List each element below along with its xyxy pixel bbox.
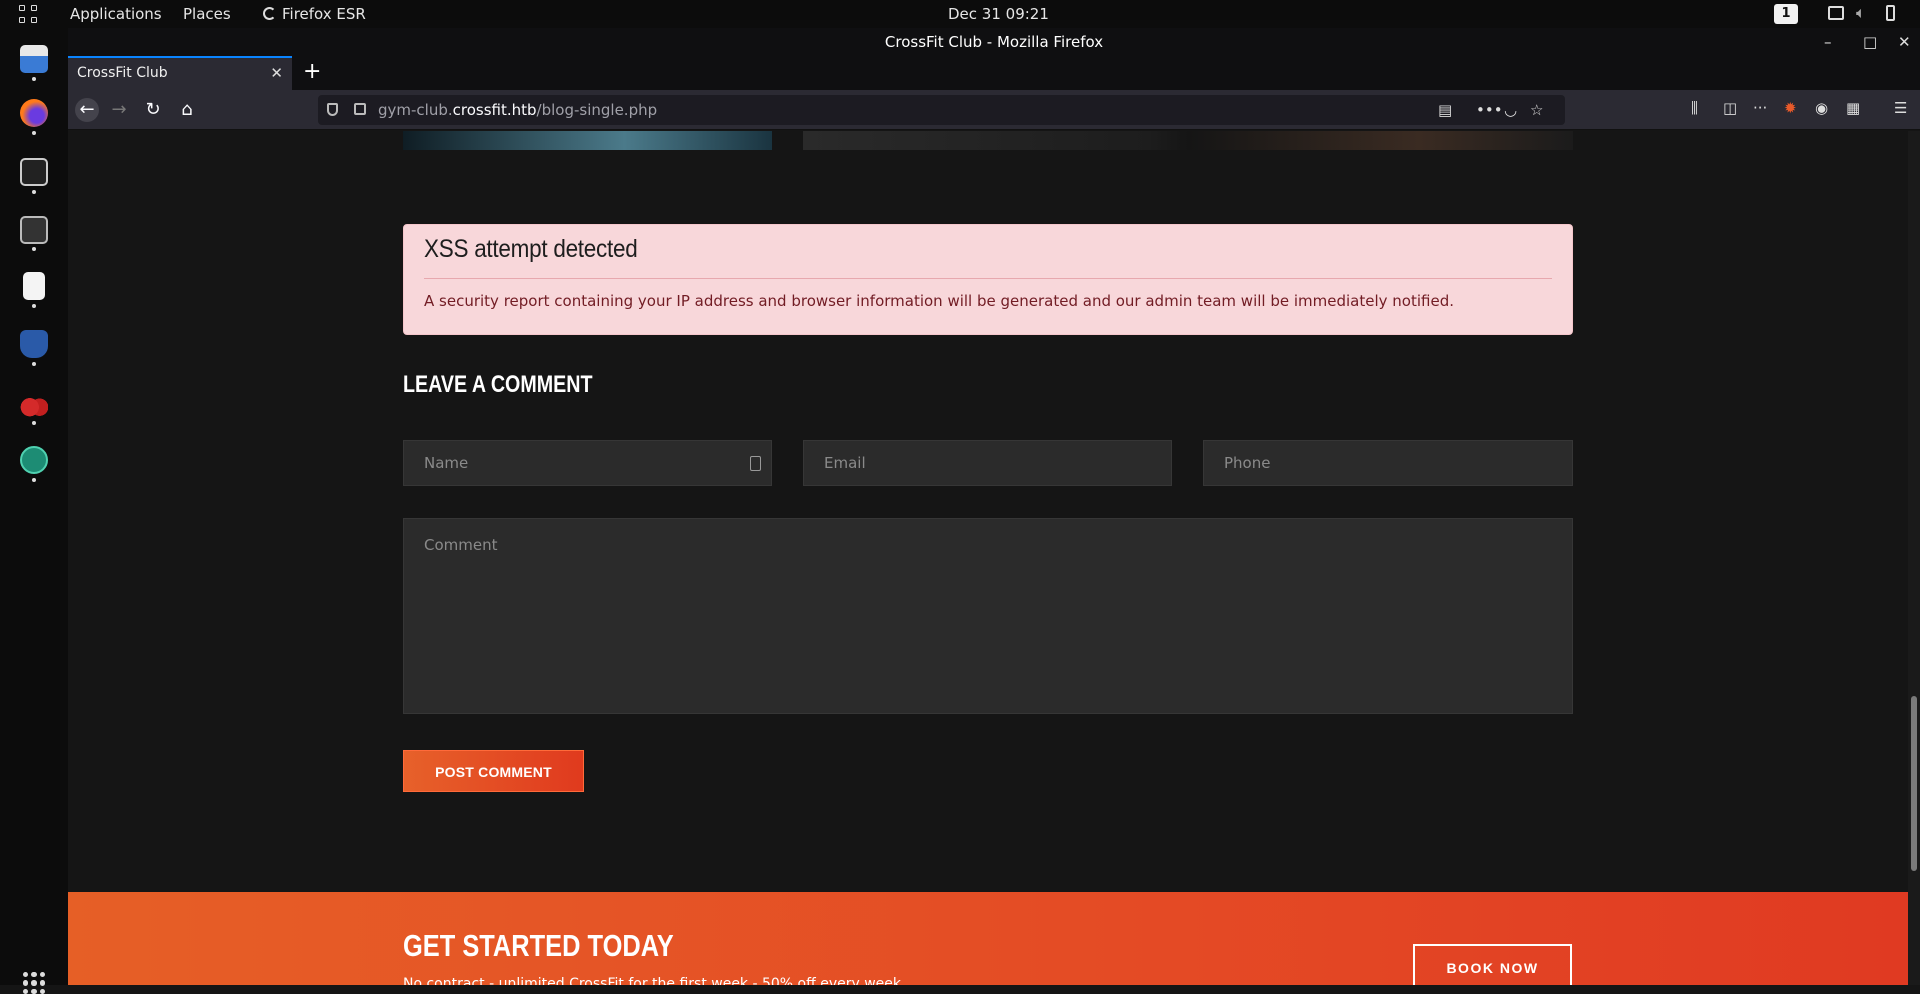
alert-divider bbox=[424, 278, 1552, 279]
tab-strip: CrossFit Club ✕ + bbox=[68, 56, 1920, 90]
forward-arrow-icon[interactable]: → bbox=[107, 98, 131, 122]
address-bar[interactable]: gym-club.crossfit.htb/blog-single.php ▤ … bbox=[318, 95, 1565, 125]
contact-card-icon[interactable] bbox=[750, 456, 761, 471]
email-field[interactable]: Email bbox=[803, 440, 1172, 486]
workspace-indicator[interactable]: 1 bbox=[1774, 4, 1798, 24]
running-indicator bbox=[32, 362, 36, 366]
home-icon[interactable]: ⌂ bbox=[175, 98, 199, 122]
running-indicator bbox=[32, 304, 36, 308]
close-window-icon[interactable]: ✕ bbox=[1898, 28, 1911, 56]
insecure-lock-icon[interactable] bbox=[354, 103, 366, 115]
running-indicator bbox=[32, 421, 36, 425]
files-icon[interactable] bbox=[20, 45, 48, 73]
firefox-icon bbox=[263, 7, 276, 20]
extension-qr-icon[interactable]: ▦ bbox=[1846, 99, 1860, 117]
book-now-button[interactable]: BOOK NOW bbox=[1413, 944, 1572, 985]
running-indicator bbox=[32, 247, 36, 251]
url-host-prefix: gym-club. bbox=[378, 101, 453, 119]
navigation-toolbar: ← → ↻ ⌂ gym-club.crossfit.htb/blog-singl… bbox=[68, 90, 1920, 130]
url-text[interactable]: gym-club.crossfit.htb/blog-single.php bbox=[378, 101, 657, 119]
running-indicator bbox=[32, 478, 36, 482]
tracking-shield-icon[interactable] bbox=[327, 103, 338, 116]
name-placeholder: Name bbox=[424, 454, 469, 472]
phone-field[interactable]: Phone bbox=[1203, 440, 1573, 486]
get-started-banner: GET STARTED TODAY No contract - unlimite… bbox=[68, 892, 1908, 985]
tab-crossfit-club[interactable]: CrossFit Club ✕ bbox=[68, 56, 292, 90]
atom-icon[interactable] bbox=[20, 446, 48, 474]
email-placeholder: Email bbox=[824, 454, 866, 472]
firefox-app-menu[interactable]: Firefox ESR bbox=[263, 5, 366, 23]
battery-icon[interactable] bbox=[1886, 5, 1895, 21]
alert-title: XSS attempt detected bbox=[424, 235, 638, 263]
post-comment-button[interactable]: POST COMMENT bbox=[403, 750, 584, 792]
bookmark-star-icon[interactable]: ☆ bbox=[1530, 101, 1543, 119]
close-tab-icon[interactable]: ✕ bbox=[270, 58, 283, 88]
minimize-icon[interactable]: – bbox=[1824, 28, 1832, 56]
reload-icon[interactable]: ↻ bbox=[141, 98, 165, 122]
show-applications-icon[interactable] bbox=[23, 972, 45, 994]
blog-image-1 bbox=[403, 131, 772, 150]
new-tab-plus-icon[interactable]: + bbox=[303, 59, 321, 84]
comment-section-title: LEAVE A COMMENT bbox=[403, 371, 593, 398]
activities-grid-icon[interactable] bbox=[19, 5, 37, 23]
system-top-bar: Applications Places Firefox ESR Dec 31 0… bbox=[0, 0, 1920, 28]
reader-view-icon[interactable]: ▤ bbox=[1438, 101, 1452, 119]
overflow-icon[interactable]: ··· bbox=[1753, 99, 1767, 117]
xss-alert: XSS attempt detected A security report c… bbox=[403, 224, 1573, 335]
phone-placeholder: Phone bbox=[1224, 454, 1271, 472]
firefox-icon[interactable] bbox=[20, 99, 48, 127]
cta-subtitle: No contract - unlimited CrossFit for the… bbox=[403, 976, 902, 985]
pocket-icon[interactable]: ◡ bbox=[1504, 101, 1517, 119]
cta-title: GET STARTED TODAY bbox=[403, 928, 674, 963]
volume-icon[interactable]: 🔈︎ bbox=[1856, 3, 1866, 23]
places-menu[interactable]: Places bbox=[183, 5, 231, 23]
running-indicator bbox=[32, 77, 36, 81]
maximize-icon[interactable]: □ bbox=[1863, 28, 1877, 56]
blog-image-2 bbox=[803, 131, 1573, 150]
library-icon[interactable]: ⫼ bbox=[1691, 99, 1698, 117]
running-indicator bbox=[32, 190, 36, 194]
tab-title: CrossFit Club bbox=[77, 65, 168, 81]
terminal-icon[interactable] bbox=[20, 158, 48, 186]
applications-menu[interactable]: Applications bbox=[70, 5, 162, 23]
page-scrollbar[interactable] bbox=[1908, 131, 1920, 985]
url-host-domain: crossfit.htb bbox=[452, 101, 537, 119]
comment-textarea[interactable]: Comment bbox=[403, 518, 1573, 714]
running-indicator bbox=[32, 131, 36, 135]
text-editor-icon[interactable] bbox=[23, 272, 45, 300]
scrollbar-thumb[interactable] bbox=[1911, 696, 1917, 871]
url-path: /blog-single.php bbox=[536, 101, 658, 119]
firefox-app-label: Firefox ESR bbox=[282, 5, 366, 23]
alert-message: A security report containing your IP add… bbox=[424, 292, 1454, 310]
name-field[interactable]: Name bbox=[403, 440, 772, 486]
window-titlebar: CrossFit Club - Mozilla Firefox – □ ✕ bbox=[68, 28, 1920, 56]
metasploit-icon[interactable] bbox=[20, 330, 48, 358]
cherrytree-icon[interactable] bbox=[20, 389, 48, 417]
sidebar-icon[interactable]: ◫ bbox=[1723, 99, 1737, 117]
page-content: XSS attempt detected A security report c… bbox=[68, 131, 1908, 985]
clock[interactable]: Dec 31 09:21 bbox=[948, 5, 1049, 23]
root-terminal-icon[interactable] bbox=[20, 216, 48, 244]
menu-hamburger-icon[interactable]: ☰ bbox=[1894, 99, 1907, 117]
window-title: CrossFit Club - Mozilla Firefox bbox=[884, 33, 1104, 51]
extension-fox-icon[interactable]: ✹ bbox=[1784, 99, 1797, 117]
dock bbox=[0, 28, 68, 994]
comment-placeholder: Comment bbox=[424, 536, 498, 554]
account-icon[interactable]: ◉ bbox=[1815, 99, 1828, 117]
back-arrow-icon[interactable]: ← bbox=[75, 98, 99, 122]
page-actions-icon[interactable]: ••• bbox=[1476, 101, 1503, 119]
display-icon[interactable] bbox=[1828, 6, 1844, 20]
